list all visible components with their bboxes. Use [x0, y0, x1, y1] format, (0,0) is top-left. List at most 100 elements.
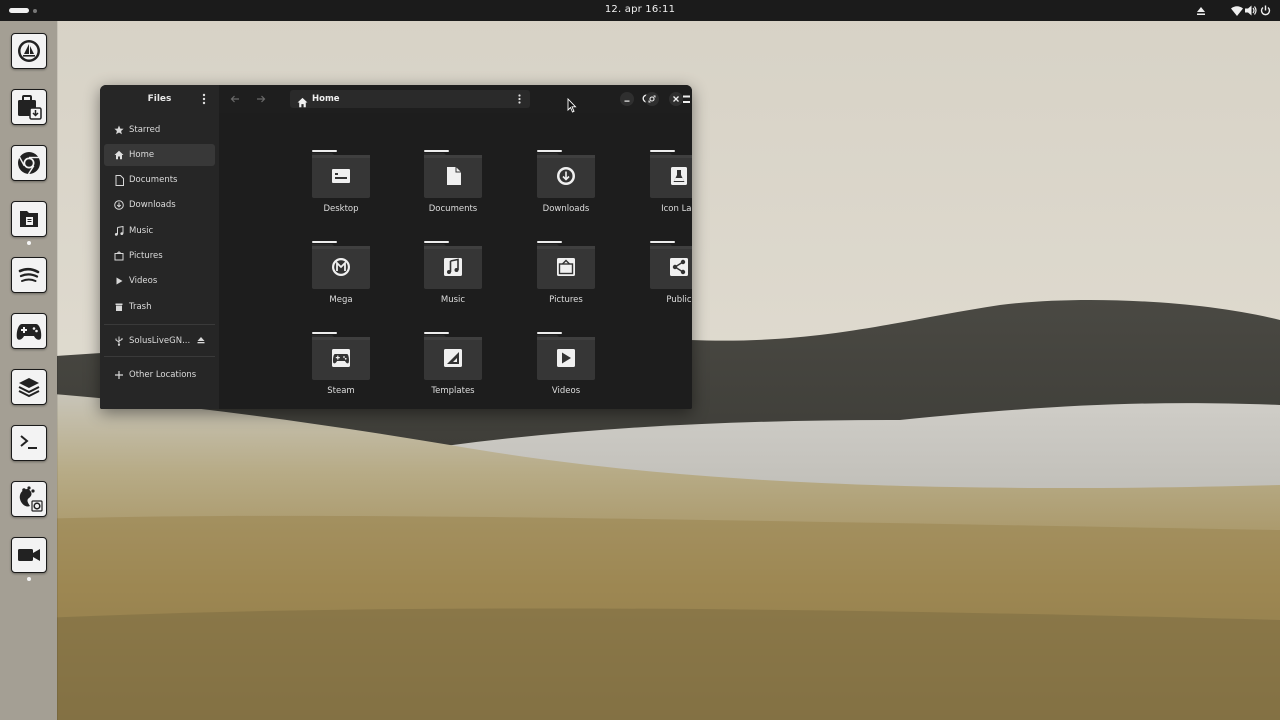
gamepad-icon[interactable]: [11, 313, 47, 349]
close-button[interactable]: [669, 92, 683, 106]
wifi-icon[interactable]: [1230, 4, 1244, 18]
sidebar-item-documents[interactable]: Documents: [104, 169, 215, 191]
folder-icon: [650, 241, 692, 289]
star-icon: [112, 123, 126, 137]
folder-label: Music: [440, 295, 466, 305]
system-tray[interactable]: [1194, 3, 1272, 18]
folder-desktop[interactable]: Desktop: [296, 143, 386, 227]
folder-videos[interactable]: Videos: [521, 325, 611, 409]
sidebar-item-label: Home: [129, 150, 155, 160]
folder-icon: [424, 332, 482, 380]
terminal-icon[interactable]: [11, 425, 47, 461]
sidebar-divider: [104, 324, 215, 325]
chrome-icon[interactable]: [11, 145, 47, 181]
folder-icon: [424, 150, 482, 198]
software-center-icon[interactable]: [11, 89, 47, 125]
folder-label: Mega: [329, 295, 353, 305]
arrow-right-icon: [257, 95, 266, 103]
sidebar-item-trash[interactable]: Trash: [104, 296, 215, 318]
sidebar-divider: [104, 356, 215, 357]
maximize-button[interactable]: [645, 92, 659, 106]
document-icon: [112, 173, 126, 187]
maximize-icon: [648, 95, 656, 103]
folder-grid: Desktop Documents Downloads Icon Lab Mega Mus…: [219, 113, 692, 409]
sidebar-item-label: Downloads: [129, 200, 176, 210]
video-icon: [112, 274, 126, 288]
download-icon: [112, 198, 126, 212]
close-icon: [673, 96, 679, 102]
files-icon[interactable]: [11, 201, 47, 237]
sidebar-item-starred[interactable]: Starred: [104, 119, 215, 141]
folder-label: Templates: [431, 386, 475, 396]
sidebar: Files Starred Home Documents Downloads M…: [100, 85, 219, 409]
home-icon: [297, 93, 309, 108]
folder-label: Public: [666, 295, 692, 305]
app-menu-button[interactable]: [198, 93, 210, 105]
folder-label: Documents: [428, 204, 478, 214]
sidebar-item-music[interactable]: Music: [104, 220, 215, 242]
folder-templates[interactable]: Templates: [408, 325, 498, 409]
folder-icon: [537, 150, 595, 198]
folder-label: Steam: [327, 386, 355, 396]
sidebar-item-downloads[interactable]: Downloads: [104, 194, 215, 216]
sidebar-item-other-locations[interactable]: Other Locations: [104, 364, 215, 386]
spotify-icon[interactable]: [11, 257, 47, 293]
path-bar[interactable]: Home: [290, 90, 530, 108]
sidebar-item-label: SolusLiveGN...: [129, 336, 191, 346]
sidebar-item-drive[interactable]: SolusLiveGN...: [104, 330, 215, 352]
home-icon: [112, 148, 126, 162]
sidebar-item-label: Other Locations: [129, 370, 197, 380]
minimize-button[interactable]: [620, 92, 634, 106]
kebab-menu-icon: [517, 94, 521, 104]
forward-button[interactable]: [254, 92, 268, 106]
folder-icon-lab[interactable]: Icon Lab: [634, 143, 692, 227]
trash-icon: [112, 300, 126, 314]
sidebar-item-label: Starred: [129, 125, 161, 135]
sidebar-item-label: Trash: [129, 302, 152, 312]
path-menu-button[interactable]: [514, 93, 524, 105]
running-indicator: [27, 577, 31, 581]
mouse-cursor: [567, 97, 577, 117]
folder-public[interactable]: Public: [634, 234, 692, 318]
folder-documents[interactable]: Documents: [408, 143, 498, 227]
music-icon: [112, 224, 126, 238]
folder-label: Pictures: [549, 295, 583, 305]
folder-mega[interactable]: Mega: [296, 234, 386, 318]
files-window[interactable]: Files Starred Home Documents Downloads M…: [100, 85, 692, 409]
gnome-settings-icon[interactable]: [11, 481, 47, 517]
folder-music[interactable]: Music: [408, 234, 498, 318]
picture-icon: [112, 249, 126, 263]
folder-pictures[interactable]: Pictures: [521, 234, 611, 318]
kebab-menu-icon: [202, 93, 206, 105]
sidebar-item-videos[interactable]: Videos: [104, 270, 215, 292]
folder-icon: [650, 150, 692, 198]
folder-icon: [312, 332, 370, 380]
plus-icon: [112, 368, 126, 382]
running-indicator: [27, 241, 31, 245]
usb-icon: [112, 334, 126, 348]
folder-label: Videos: [551, 386, 581, 396]
folder-icon: [312, 150, 370, 198]
arrow-left-icon: [230, 95, 239, 103]
path-current[interactable]: Home: [312, 94, 340, 104]
power-icon[interactable]: [1258, 4, 1272, 18]
folder-label: Desktop: [323, 204, 359, 214]
sidebar-item-home[interactable]: Home: [104, 144, 215, 166]
eject-icon[interactable]: [1194, 4, 1208, 18]
eject-icon[interactable]: [196, 335, 208, 347]
top-bar: 12. apr 16:11: [0, 0, 1280, 21]
back-button[interactable]: [228, 92, 242, 106]
sidebar-header: Files: [100, 85, 219, 113]
layers-icon[interactable]: [11, 369, 47, 405]
volume-icon[interactable]: [1244, 4, 1258, 18]
camera-icon[interactable]: [11, 537, 47, 573]
folder-steam[interactable]: Steam: [296, 325, 386, 409]
folder-icon: [537, 332, 595, 380]
sailboat-app-icon[interactable]: [11, 33, 47, 69]
sidebar-item-label: Music: [129, 226, 154, 236]
sidebar-item-label: Documents: [129, 175, 178, 185]
clock[interactable]: 12. apr 16:11: [0, 4, 1280, 15]
folder-downloads[interactable]: Downloads: [521, 143, 611, 227]
sidebar-item-pictures[interactable]: Pictures: [104, 245, 215, 267]
folder-icon: [537, 241, 595, 289]
